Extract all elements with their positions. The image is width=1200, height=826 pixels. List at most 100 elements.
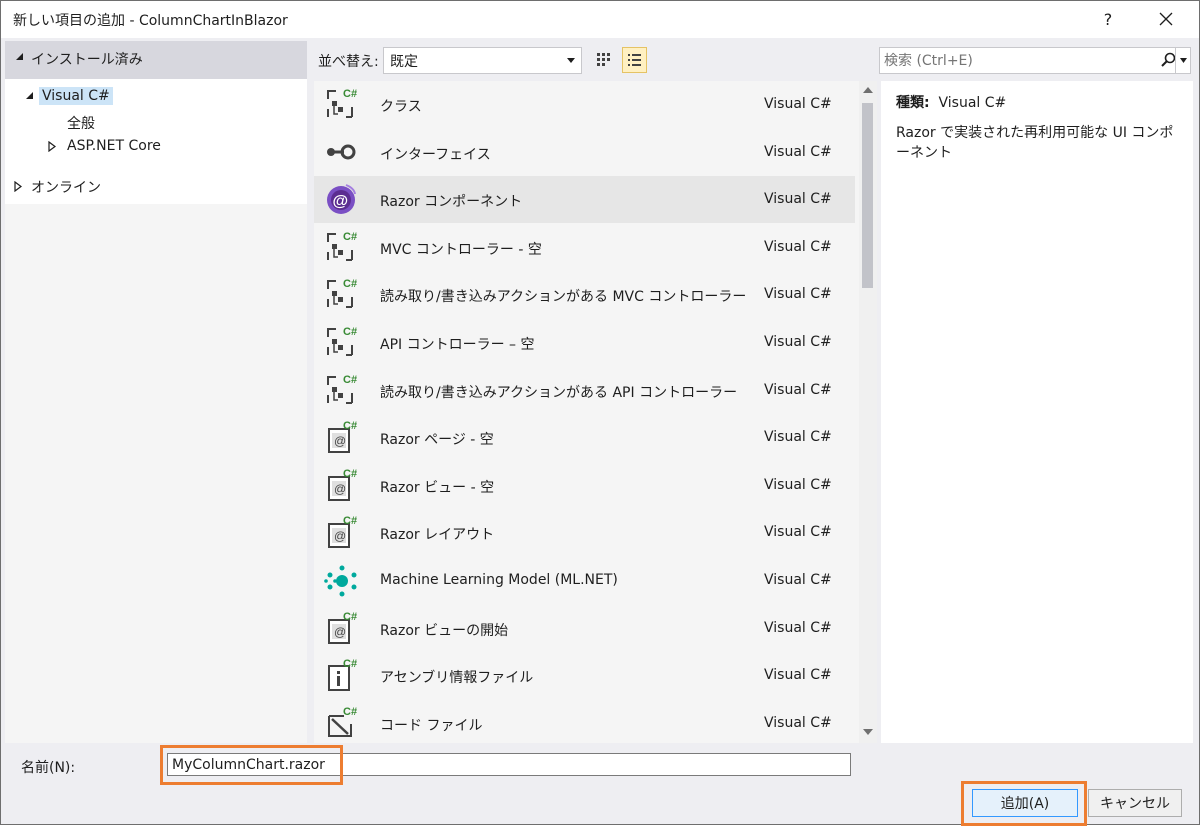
- svg-text:C#: C#: [343, 231, 357, 243]
- tree-item-aspnet-core[interactable]: ASP.NET Core: [67, 138, 161, 154]
- csharp-class-icon: C#: [324, 325, 358, 359]
- csharp-class-icon: C#: [324, 277, 358, 311]
- template-row[interactable]: @ C# Razor レイアウト Visual C#: [314, 509, 855, 556]
- template-name: API コントローラー – 空: [380, 337, 535, 353]
- blazor-icon: @: [324, 182, 358, 216]
- svg-text:C#: C#: [343, 515, 357, 527]
- template-name: Razor コンポーネント: [380, 194, 523, 211]
- template-list: C# クラス Visual C# インターフェイス Visual C# @ Razor コン…: [314, 81, 877, 743]
- tree-item-online[interactable]: オンライン: [31, 177, 101, 197]
- template-language: Visual C#: [764, 191, 832, 208]
- csharp-class-icon: C#: [324, 87, 358, 121]
- title-bar: 新しい項目の追加 - ColumnChartInBlazor ?: [1, 1, 1199, 38]
- help-button[interactable]: ?: [1093, 3, 1123, 35]
- template-list-scrollbar[interactable]: [859, 81, 877, 743]
- template-language: Visual C#: [764, 619, 832, 636]
- scroll-up-icon[interactable]: [863, 87, 873, 93]
- svg-text:@: @: [334, 625, 346, 639]
- interface-icon: [324, 135, 358, 169]
- close-button[interactable]: [1149, 3, 1183, 35]
- template-language: Visual C#: [764, 714, 832, 731]
- tree-item-general[interactable]: 全般: [67, 113, 95, 133]
- template-name: 読み取り/書き込みアクションがある MVC コントローラー: [380, 289, 747, 306]
- template-language: Visual C#: [764, 96, 832, 112]
- category-tree: インストール済み Visual C# 全般 ASP.NET Core オンライン: [5, 41, 307, 743]
- template-row[interactable]: C# コード ファイル Visual C#: [314, 700, 855, 743]
- cancel-button[interactable]: キャンセル: [1088, 789, 1182, 817]
- template-row[interactable]: C# API コントローラー – 空 Visual C#: [314, 319, 855, 366]
- type-label: 種類:: [896, 95, 930, 111]
- template-name: Razor ビュー - 空: [380, 479, 495, 496]
- search-box[interactable]: [879, 47, 1191, 74]
- list-view-button[interactable]: [622, 47, 647, 73]
- type-value: Visual C#: [938, 95, 1007, 111]
- scrollbar-thumb[interactable]: [862, 103, 873, 288]
- template-row[interactable]: C# 読み取り/書き込みアクションがある MVC コントローラー Visual C#: [314, 271, 855, 318]
- template-row[interactable]: @ C# Razor ビューの開始 Visual C#: [314, 605, 855, 652]
- svg-text:@: @: [333, 193, 349, 210]
- search-options-dropdown[interactable]: [1175, 48, 1191, 73]
- search-icon[interactable]: [1160, 52, 1176, 68]
- svg-text:C#: C#: [343, 374, 357, 386]
- template-row[interactable]: C# 読み取り/書き込みアクションがある API コントローラー Visual C#: [314, 367, 855, 414]
- svg-text:C#: C#: [343, 611, 357, 623]
- svg-text:C#: C#: [343, 278, 357, 290]
- scroll-down-icon[interactable]: [863, 729, 873, 735]
- expanded-arrow-icon: [16, 53, 23, 60]
- template-language: Visual C#: [764, 429, 832, 446]
- csharp-class-icon: C#: [324, 230, 358, 264]
- sort-dropdown-value: 既定: [390, 54, 418, 70]
- chevron-down-icon: [567, 58, 575, 63]
- svg-text:C#: C#: [343, 326, 357, 338]
- template-description: Razor で実装された再利用可能な UI コンポーネント: [896, 125, 1174, 161]
- template-type: 種類: Visual C#: [896, 92, 1006, 112]
- template-name: Razor レイアウト: [380, 527, 495, 544]
- template-name: クラス: [380, 99, 422, 115]
- template-name: コード ファイル: [380, 717, 483, 734]
- collapsed-arrow-icon[interactable]: [14, 181, 22, 192]
- template-language: Visual C#: [764, 334, 832, 350]
- tree-item-visual-csharp[interactable]: Visual C#: [39, 87, 113, 105]
- template-name: Razor ページ - 空: [380, 432, 494, 449]
- template-row[interactable]: Machine Learning Model (ML.NET) Visual C#: [314, 557, 855, 604]
- template-row[interactable]: @ Razor コンポーネント Visual C#: [314, 176, 855, 224]
- code-file-icon: C#: [324, 706, 358, 740]
- svg-text:C#: C#: [343, 88, 357, 100]
- collapsed-arrow-icon[interactable]: [48, 141, 56, 152]
- sort-dropdown[interactable]: 既定: [383, 47, 582, 74]
- tree-header-label: インストール済み: [31, 52, 143, 68]
- svg-text:@: @: [334, 482, 346, 496]
- search-input[interactable]: [882, 50, 1150, 71]
- assembly-info-icon: C#: [324, 658, 358, 692]
- template-language: Visual C#: [764, 286, 832, 303]
- add-new-item-dialog: 新しい項目の追加 - ColumnChartInBlazor ? インストール済…: [0, 0, 1200, 826]
- template-row[interactable]: インターフェイス Visual C#: [314, 129, 855, 176]
- small-icons-view-button[interactable]: [591, 47, 616, 73]
- razor-page-icon: @ C#: [324, 468, 358, 502]
- chevron-down-icon: [1180, 58, 1187, 63]
- razor-page-icon: @ C#: [324, 515, 358, 549]
- svg-text:@: @: [334, 529, 346, 543]
- add-button-highlight: [961, 781, 1087, 826]
- template-language: Visual C#: [764, 143, 832, 160]
- template-name: アセンブリ情報ファイル: [380, 670, 534, 687]
- svg-text:C#: C#: [343, 706, 357, 718]
- details-panel: 種類: Visual C# Razor で実装された再利用可能な UI コンポー…: [881, 81, 1193, 743]
- template-name: Machine Learning Model (ML.NET): [380, 572, 618, 588]
- window-title: 新しい項目の追加 - ColumnChartInBlazor: [13, 13, 288, 29]
- ml-net-icon: [324, 563, 358, 597]
- list-icon: [628, 54, 641, 66]
- template-row[interactable]: C# MVC コントローラー - 空 Visual C#: [314, 224, 855, 271]
- template-language: Visual C#: [764, 572, 832, 588]
- tree-header-installed[interactable]: インストール済み: [5, 41, 307, 79]
- template-row[interactable]: @ C# Razor ビュー - 空 Visual C#: [314, 462, 855, 509]
- svg-text:C#: C#: [343, 658, 357, 670]
- razor-page-icon: @ C#: [324, 420, 358, 454]
- template-row[interactable]: C# クラス Visual C#: [314, 81, 855, 128]
- template-name: インターフェイス: [380, 146, 491, 163]
- template-language: Visual C#: [764, 667, 832, 684]
- template-row[interactable]: @ C# Razor ページ - 空 Visual C#: [314, 414, 855, 461]
- svg-text:@: @: [334, 434, 346, 448]
- grid-icon: [597, 53, 610, 66]
- template-row[interactable]: C# アセンブリ情報ファイル Visual C#: [314, 652, 855, 699]
